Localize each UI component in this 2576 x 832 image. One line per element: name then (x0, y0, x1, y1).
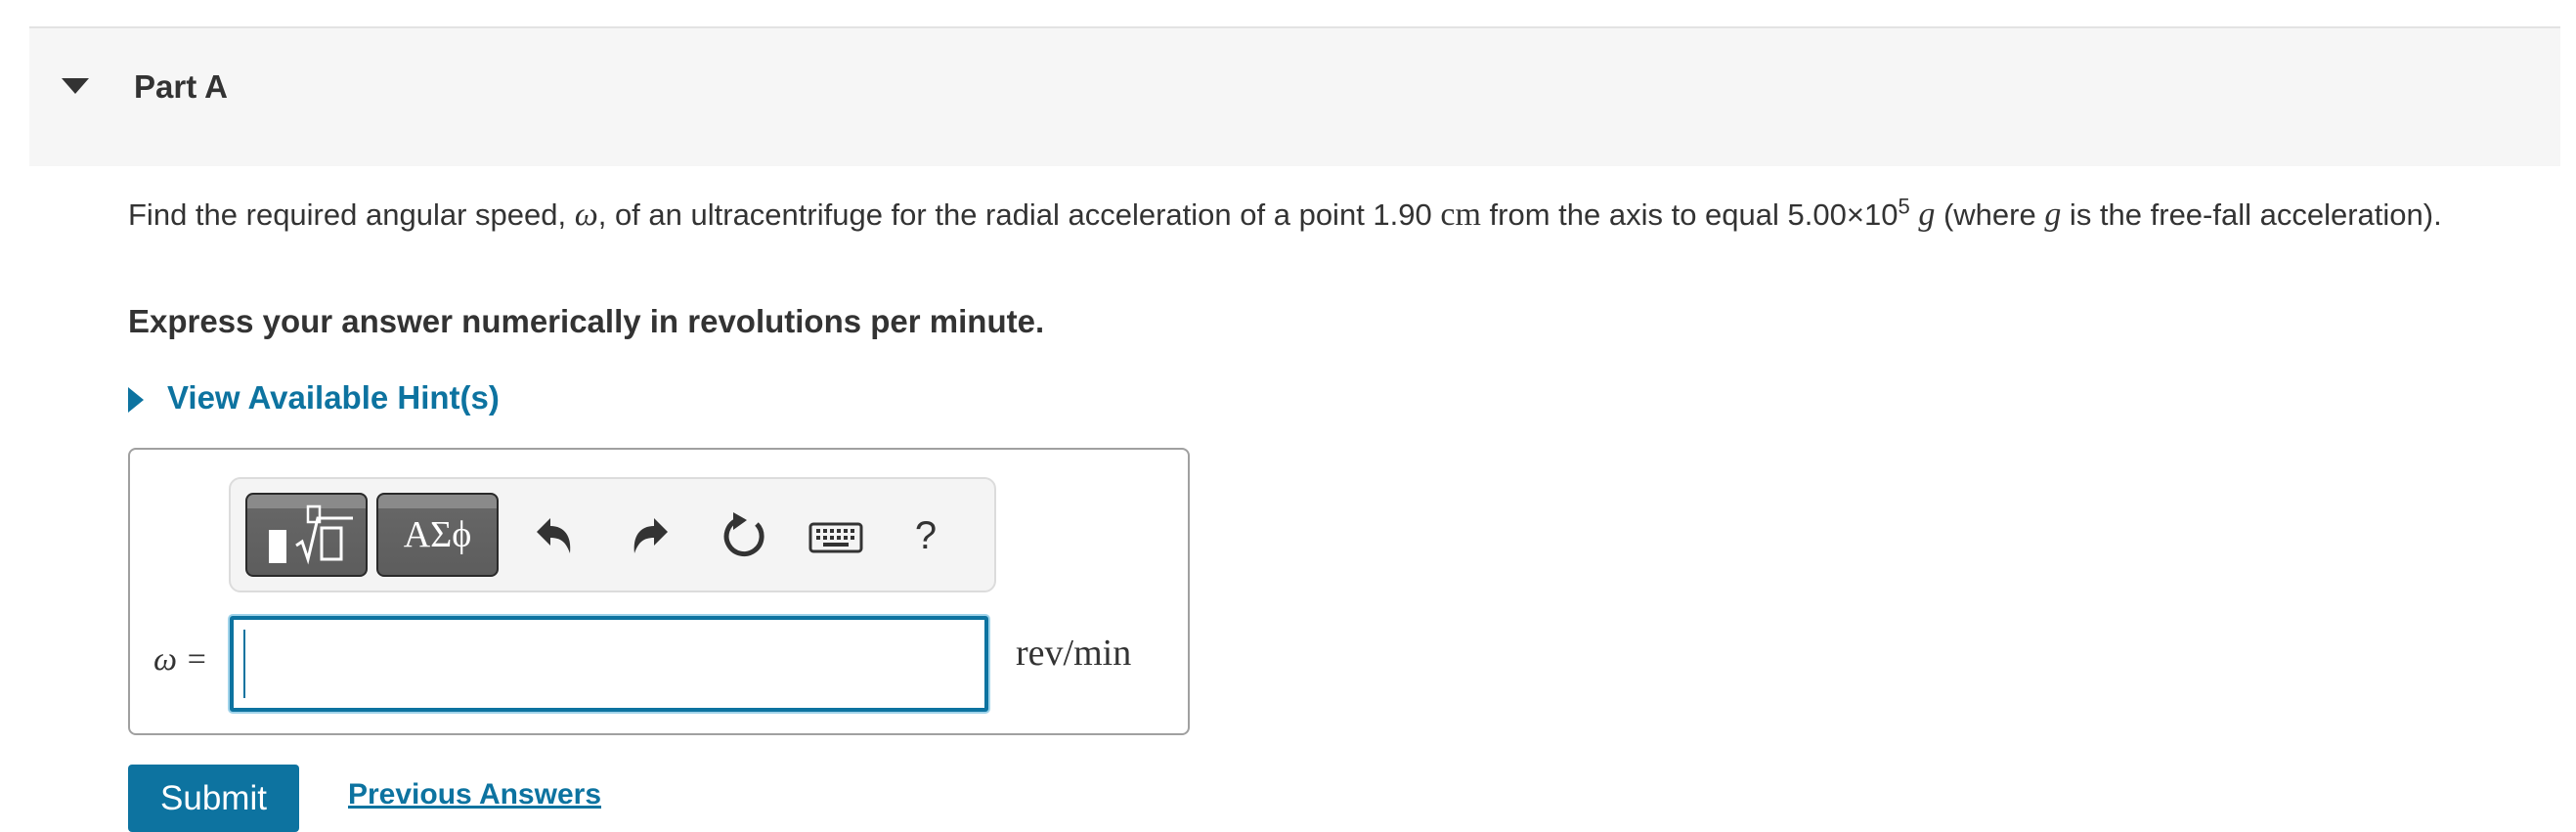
part-header: Part A (29, 26, 2560, 166)
help-icon[interactable]: ? (900, 510, 951, 561)
g-symbol: g (1918, 197, 1936, 233)
omega-symbol: ω (574, 197, 598, 233)
g-symbol: g (2044, 197, 2062, 233)
question-text: Find the required angular speed, ω, of a… (128, 194, 2442, 233)
templates-icon (269, 504, 353, 565)
text-cursor (243, 630, 245, 698)
answer-instruction: Express your answer numerically in revol… (128, 303, 1045, 339)
part-title: Part A (134, 68, 228, 105)
submit-button[interactable]: Submit (128, 765, 299, 832)
templates-button[interactable] (245, 493, 368, 577)
exponent: 5 (1898, 194, 1910, 219)
math-toolbar: ΑΣϕ ? (229, 477, 996, 592)
expand-caret-icon (128, 387, 144, 413)
greek-symbols-button[interactable]: ΑΣϕ (376, 493, 499, 577)
previous-answers-link[interactable]: Previous Answers (348, 778, 601, 811)
reset-icon[interactable] (720, 510, 770, 561)
unit-cm: cm (1440, 197, 1481, 233)
collapse-caret-icon[interactable] (62, 78, 89, 94)
answer-variable-label: ω = (153, 641, 208, 678)
hint-label: View Available Hint(s) (167, 379, 500, 416)
keyboard-icon[interactable] (808, 510, 864, 561)
answer-units: rev/min (1016, 633, 1132, 674)
redo-icon[interactable] (625, 510, 676, 561)
answer-input[interactable] (230, 616, 988, 712)
undo-icon[interactable] (529, 510, 580, 561)
answer-box: ΑΣϕ ? ω = rev/min (128, 448, 1190, 735)
